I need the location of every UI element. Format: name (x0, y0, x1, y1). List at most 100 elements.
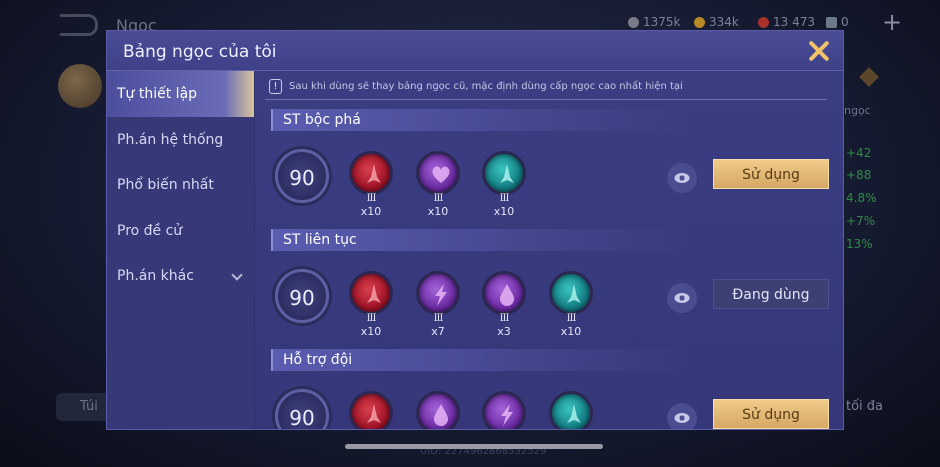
modal-header: Bảng ngọc của tôi (107, 31, 843, 71)
rune-slot[interactable]: III x10 (549, 271, 595, 343)
rune-slot[interactable]: III x10 (349, 151, 395, 223)
sword-rune-icon (349, 391, 393, 429)
sidebar-item-label: Ph.án hệ thống (117, 131, 224, 148)
info-icon: ! (269, 79, 282, 94)
resource-value: 334k (709, 15, 739, 29)
sidebar-item-label: Ph.án khác (117, 268, 194, 284)
notice-text: Sau khi dùng sẽ thay bảng ngọc cũ, mặc đ… (289, 81, 683, 92)
rune-slot[interactable]: III x10 (349, 271, 395, 343)
set-name: ST liên tục (283, 232, 357, 248)
resource-voucher: 0 (826, 15, 849, 29)
level-badge: 90 (275, 149, 329, 203)
rune-tier: III (433, 193, 444, 204)
eye-icon (674, 173, 690, 183)
preview-eye-button[interactable] (667, 403, 697, 429)
use-button[interactable]: Sử dụng (713, 159, 829, 189)
rune-tier: III (366, 313, 377, 324)
sword-rune-icon (349, 271, 393, 315)
rune-count: x10 (360, 325, 382, 338)
sidebar-item-label: Pro đề cử (117, 222, 183, 239)
resource-gem: 13 473 (758, 15, 815, 29)
rune-set: ST bộc phá 90 III x10 III x10 III x10 Sử… (257, 109, 843, 229)
rune-set-list[interactable]: ! Sau khi dùng sẽ thay bảng ngọc cũ, mặc… (257, 71, 843, 430)
level-value: 90 (289, 166, 315, 190)
rune-set: ST liên tục 90 III x10 III x7 III x3 III… (257, 229, 843, 349)
resource-coin: 1375k (628, 15, 681, 29)
rune-count: x10 (360, 205, 382, 218)
background-stat: +88 (846, 168, 872, 182)
home-indicator[interactable] (345, 444, 603, 449)
rune-count: x10 (560, 325, 582, 338)
rune-tier: III (499, 313, 510, 324)
preview-eye-button[interactable] (667, 283, 697, 313)
hero-avatar (58, 64, 102, 108)
background-right-label: ngọc (844, 104, 871, 117)
sidebar: Tự thiết lập Ph.án hệ thống Phổ biến nhấ… (107, 71, 255, 429)
sidebar-item-label: Phổ biến nhất (117, 177, 214, 193)
level-badge: 90 (275, 269, 329, 323)
lightning-rune-icon (416, 271, 460, 315)
background-stat: +7% (846, 214, 876, 228)
sidebar-item-pro[interactable]: Pro đề cử (107, 208, 254, 254)
notice-bar: ! Sau khi dùng sẽ thay bảng ngọc cũ, mặc… (265, 76, 827, 100)
rune-slot[interactable]: III x7 (416, 271, 462, 343)
add-icon[interactable]: + (882, 8, 902, 36)
background-stat: +42 (846, 146, 872, 160)
level-value: 90 (289, 406, 315, 430)
rune-count: x10 (493, 205, 515, 218)
max-label: tối đa (846, 399, 884, 414)
drop-rune-icon (416, 391, 460, 429)
close-icon[interactable] (807, 39, 831, 63)
background-stat: 4.8% (846, 191, 877, 205)
rune-slot[interactable] (349, 391, 395, 429)
rune-slot[interactable]: III x3 (482, 271, 528, 343)
set-name: Hỗ trợ đội (283, 352, 353, 368)
rune-count: x3 (497, 325, 511, 338)
in-use-button[interactable]: Đang dùng (713, 279, 829, 309)
game-screen: Ngọc 1375k 334k 13 473 0 + ngọc +42 +88 … (0, 0, 940, 467)
rune-gem-icon (859, 67, 879, 87)
set-title-bar: ST liên tục (271, 229, 691, 251)
rune-tier: III (566, 313, 577, 324)
rune-tier: III (366, 193, 377, 204)
rune-slot[interactable] (482, 391, 528, 429)
sword-rune-icon (549, 271, 593, 315)
resource-gold: 334k (694, 15, 739, 29)
rune-slot[interactable] (549, 391, 595, 429)
rune-set: Hỗ trợ đội 90 Sử dụng (257, 349, 843, 430)
rune-tier: III (433, 313, 444, 324)
set-title-bar: Hỗ trợ đội (271, 349, 691, 371)
sidebar-item-other[interactable]: Ph.án khác (107, 253, 254, 299)
gem-icon (758, 16, 769, 28)
voucher-icon (826, 16, 837, 28)
sidebar-item-label: Tự thiết lập (117, 86, 198, 102)
sidebar-item-popular[interactable]: Phổ biến nhất (107, 162, 254, 208)
sidebar-item-custom[interactable]: Tự thiết lập (107, 71, 254, 117)
drop-rune-icon (482, 271, 526, 315)
back-icon[interactable] (58, 14, 98, 36)
rune-count: x10 (427, 205, 449, 218)
chevron-down-icon (231, 269, 243, 281)
level-value: 90 (289, 286, 315, 310)
eye-icon (674, 413, 690, 423)
sidebar-item-system[interactable]: Ph.án hệ thống (107, 117, 254, 163)
rune-slot[interactable]: III x10 (416, 151, 462, 223)
modal-title: Bảng ngọc của tôi (123, 42, 277, 62)
lightning-rune-icon (482, 391, 526, 429)
rune-tier: III (499, 193, 510, 204)
rune-count: x7 (431, 325, 445, 338)
heart-rune-icon (416, 151, 460, 195)
use-button[interactable]: Sử dụng (713, 399, 829, 429)
coin-icon (628, 16, 639, 28)
gold-icon (694, 16, 705, 28)
rune-slot[interactable]: III x10 (482, 151, 528, 223)
set-name: ST bộc phá (283, 112, 361, 128)
preview-eye-button[interactable] (667, 163, 697, 193)
set-title-bar: ST bộc phá (271, 109, 691, 131)
rune-slot[interactable] (416, 391, 462, 429)
resource-value: 1375k (643, 15, 681, 29)
level-badge: 90 (275, 389, 329, 430)
resource-value: 13 473 (773, 15, 815, 29)
sword-rune-icon (482, 151, 526, 195)
sword-rune-icon (349, 151, 393, 195)
